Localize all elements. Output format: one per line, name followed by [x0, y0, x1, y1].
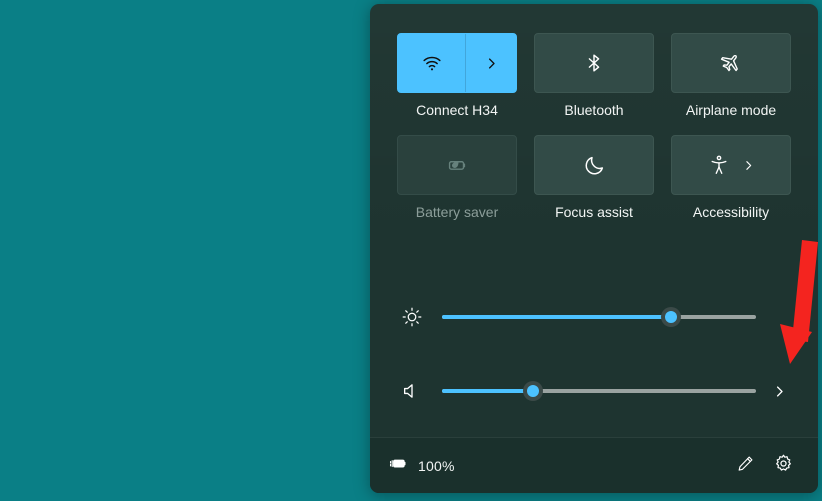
settings-button[interactable] [764, 447, 802, 485]
quick-settings-footer: 100% [370, 438, 818, 493]
brightness-slider-track[interactable] [442, 307, 756, 327]
chevron-right-icon[interactable] [742, 159, 755, 172]
tile-label-battery-saver: Battery saver [415, 204, 499, 220]
edit-quick-settings-button[interactable] [726, 447, 764, 485]
brightness-slider-thumb[interactable] [661, 307, 682, 327]
gear-settings-icon [773, 453, 794, 479]
moon-icon [583, 154, 606, 177]
tile-battery-saver[interactable] [397, 135, 517, 195]
wifi-icon [421, 52, 443, 74]
chevron-right-icon [484, 56, 499, 71]
volume-speaker-icon [396, 375, 428, 407]
brightness-slider-fill [442, 315, 672, 319]
accessibility-person-icon [708, 154, 730, 176]
airplane-icon [719, 51, 743, 75]
quick-settings-tile-grid: Connect H34 Bluetooth Airplane mode Batt… [396, 33, 792, 220]
tile-focus-assist[interactable] [534, 135, 654, 195]
tile-accessibility[interactable] [671, 135, 791, 195]
tile-cell-focus-assist: Focus assist [533, 135, 655, 220]
tile-cell-battery-saver: Battery saver [396, 135, 518, 220]
volume-slider-track[interactable] [442, 381, 756, 401]
tile-label-accessibility: Accessibility [692, 204, 770, 220]
volume-expand-chevron[interactable] [766, 375, 792, 407]
bluetooth-icon [583, 52, 605, 74]
volume-slider-thumb[interactable] [523, 381, 544, 401]
volume-slider-fill [442, 389, 534, 393]
brightness-sun-icon [396, 301, 428, 333]
pencil-edit-icon [736, 454, 755, 478]
tile-label-airplane-mode: Airplane mode [685, 102, 777, 118]
tile-cell-wifi: Connect H34 [396, 33, 518, 118]
tile-cell-bluetooth: Bluetooth [533, 33, 655, 118]
brightness-slider[interactable] [442, 301, 756, 333]
battery-charging-icon [388, 453, 409, 479]
tile-bluetooth[interactable] [534, 33, 654, 93]
battery-percent-label: 100% [418, 457, 455, 474]
tile-label-focus-assist: Focus assist [555, 204, 633, 220]
volume-slider[interactable] [442, 375, 756, 407]
battery-status[interactable]: 100% [388, 453, 455, 479]
tile-airplane-mode[interactable] [671, 33, 791, 93]
volume-slider-row [396, 374, 792, 408]
quick-settings-panel: Connect H34 Bluetooth Airplane mode Batt… [370, 4, 818, 493]
brightness-slider-row [396, 300, 792, 334]
battery-saver-icon [444, 152, 470, 178]
tile-wifi-toggle[interactable] [398, 34, 466, 92]
tile-wifi[interactable] [397, 33, 517, 93]
tile-label-wifi: Connect H34 [416, 102, 498, 118]
tile-cell-accessibility: Accessibility [670, 135, 792, 220]
tile-label-bluetooth: Bluetooth [564, 102, 624, 118]
screen: Connect H34 Bluetooth Airplane mode Batt… [0, 0, 822, 501]
tile-wifi-expand[interactable] [466, 34, 516, 92]
tile-cell-airplane-mode: Airplane mode [670, 33, 792, 118]
